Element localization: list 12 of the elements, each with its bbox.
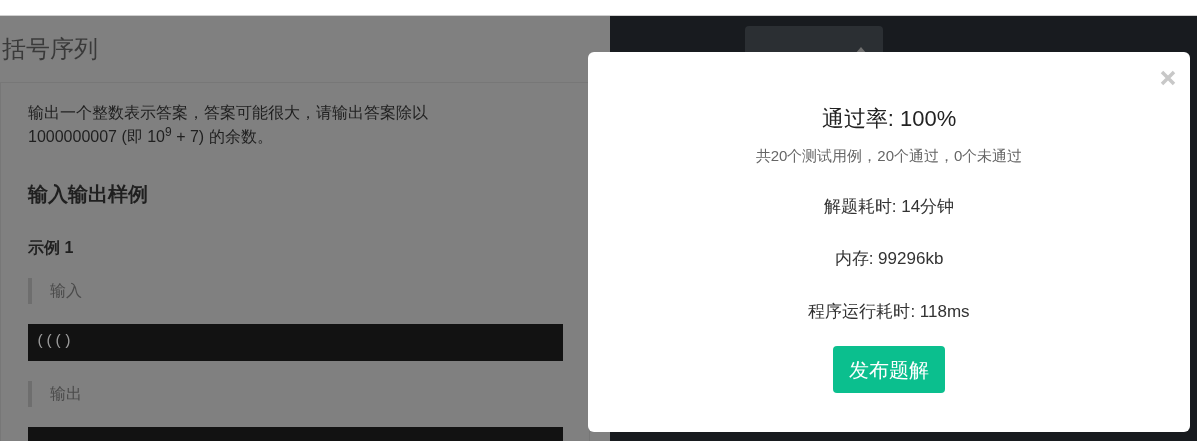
- problem-title: 括号序列: [2, 34, 98, 64]
- pass-rate-title: 通过率: 100%: [821, 105, 957, 133]
- test-summary: 共20个测试用例，20个通过，0个未通过: [755, 146, 1023, 166]
- example-title: 示例 1: [28, 238, 75, 258]
- result-stat: 内存: 99296kb: [834, 248, 944, 270]
- code-block: (((): [28, 324, 563, 361]
- problem-description: 输出一个整数表示答案，答案可能很大，请输出答案除以 1000000007 (即 10$^{9}$ + 7) 的余数。: [28, 103, 429, 147]
- close-icon: [1160, 70, 1176, 86]
- section-heading: 输入输出样例: [28, 182, 149, 207]
- result-stat: 解题耗时: 14分钟: [823, 195, 955, 218]
- result-stat: 程序运行耗时: 118ms: [808, 300, 970, 323]
- publish-solution-button[interactable]: 发布题解: [833, 346, 945, 393]
